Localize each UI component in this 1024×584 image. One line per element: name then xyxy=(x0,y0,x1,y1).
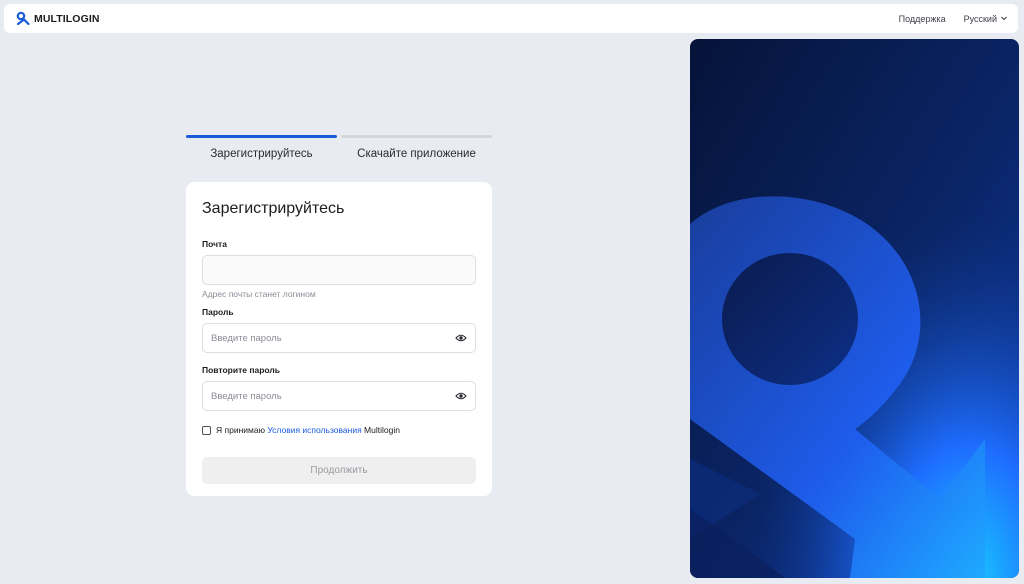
terms-checkbox[interactable] xyxy=(202,425,211,435)
chevron-down-icon xyxy=(1000,14,1008,24)
eye-icon[interactable] xyxy=(455,333,467,346)
step-register: Зарегистрируйтесь xyxy=(186,135,337,160)
step-label: Зарегистрируйтесь xyxy=(210,148,313,160)
repeat-password-label: Повторите пароль xyxy=(202,365,280,375)
signup-steps: Зарегистрируйтесь Скачайте приложение xyxy=(186,135,492,160)
top-bar: MULTILOGIN Поддержка Русский xyxy=(4,4,1018,33)
step-download: Скачайте приложение xyxy=(341,135,492,160)
password-placeholder: Введите пароль xyxy=(211,332,282,344)
terms-suffix: Multilogin xyxy=(361,425,400,435)
language-label: Русский xyxy=(963,13,997,24)
terms-row: Я принимаю Условия использования Multilo… xyxy=(202,425,476,435)
step-progress-bar xyxy=(341,135,492,138)
email-hint: Адрес почты станет логином xyxy=(202,289,316,299)
email-field[interactable] xyxy=(202,255,476,285)
support-link[interactable]: Поддержка xyxy=(899,14,946,24)
language-selector[interactable]: Русский xyxy=(964,14,1008,24)
repeat-password-field[interactable]: Введите пароль xyxy=(202,381,476,411)
step-progress-bar xyxy=(186,135,337,138)
password-label: Пароль xyxy=(202,307,234,317)
continue-button[interactable]: Продолжить xyxy=(202,457,476,484)
brand-illustration xyxy=(690,39,1019,578)
terms-link[interactable]: Условия использования xyxy=(267,425,361,435)
multilogin-logo-icon xyxy=(15,11,30,26)
email-label: Почта xyxy=(202,239,227,249)
password-field[interactable]: Введите пароль xyxy=(202,323,476,353)
step-label: Скачайте приложение xyxy=(357,148,476,160)
brand-name: MULTILOGIN xyxy=(34,12,100,25)
form-title: Зарегистрируйтесь xyxy=(202,200,345,217)
registration-card: Зарегистрируйтесь Почта Адрес почты стан… xyxy=(186,182,492,496)
terms-text: Я принимаю Условия использования Multilo… xyxy=(216,425,400,435)
terms-prefix: Я принимаю xyxy=(216,425,268,435)
repeat-password-placeholder: Введите пароль xyxy=(211,390,282,402)
brand[interactable]: MULTILOGIN xyxy=(15,11,100,26)
brand-art-panel xyxy=(690,39,1019,578)
eye-icon[interactable] xyxy=(455,391,467,404)
